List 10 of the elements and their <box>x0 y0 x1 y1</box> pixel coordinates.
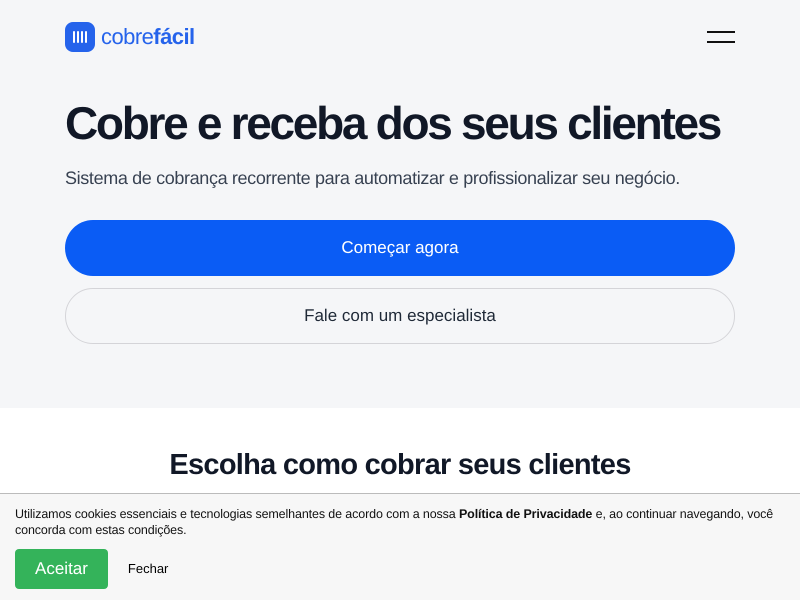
close-button[interactable]: Fechar <box>120 549 176 589</box>
specialist-button[interactable]: Fale com um especialista <box>65 288 735 344</box>
section-title: Escolha como cobrar seus clientes <box>168 448 632 482</box>
logo-icon <box>65 22 95 52</box>
start-button[interactable]: Começar agora <box>65 220 735 276</box>
hero-subtitle: Sistema de cobrança recorrente para automatizar e profissionalizar seu negócio. <box>65 166 681 190</box>
cookie-notice-text: Utilizamos cookies essenciais e tecnologias semelhantes de acordo com a nossa Política de Privacidade e, ao continuar navegando, você concorda com estas condições. <box>15 506 774 538</box>
logo-wordmark[interactable]: cobrefácil <box>101 20 195 53</box>
menu-icon[interactable] <box>707 30 735 42</box>
hero-title: Cobre e receba dos seus clientes <box>65 96 722 151</box>
